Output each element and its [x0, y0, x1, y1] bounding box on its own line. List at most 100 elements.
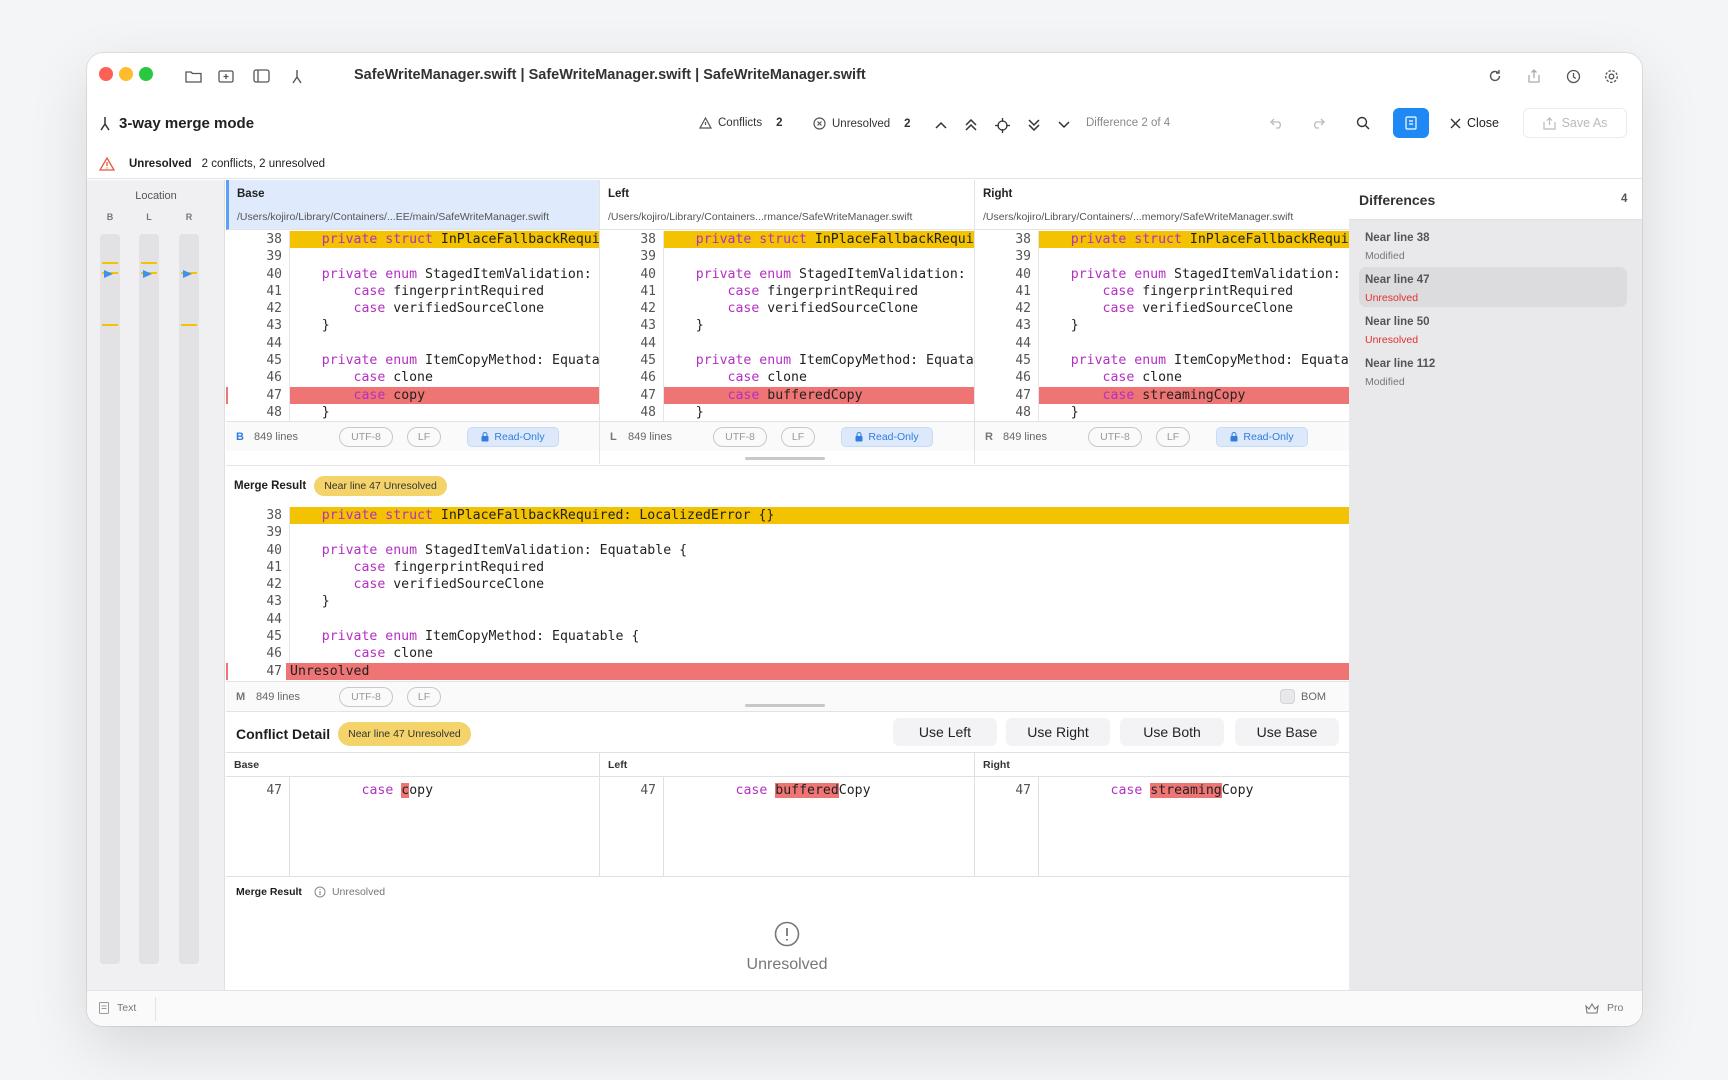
next-conflict-button[interactable] — [1022, 113, 1046, 137]
redo-button[interactable] — [1300, 108, 1336, 138]
minimize-window-button[interactable] — [119, 67, 133, 81]
merge-code-line: 38 private struct InPlaceFallbackRequire… — [226, 507, 1349, 525]
conflict-left-code[interactable]: 47 case bufferedCopy — [600, 777, 974, 877]
lock-icon — [1230, 432, 1238, 442]
difference-item-selected[interactable]: Near line 47 Unresolved — [1359, 267, 1627, 307]
differences-title: Differences — [1359, 192, 1436, 208]
read-only-pill[interactable]: Read-Only — [1216, 427, 1308, 447]
differences-sidebar: Differences 4 Near line 38 Modified Near… — [1349, 180, 1642, 990]
merge-result-pane: Merge Result Near line 47 Unresolved 38 … — [226, 465, 1349, 711]
encoding-pill[interactable]: UTF-8 — [1088, 427, 1142, 447]
code-line: 42 case verifiedSourceClone — [640, 301, 919, 317]
compare-icon[interactable] — [247, 63, 275, 89]
merge-footer-letter: M — [236, 691, 246, 703]
merge-encoding-pill[interactable]: UTF-8 — [339, 687, 393, 707]
close-button[interactable]: Close — [1437, 108, 1512, 138]
history-icon[interactable] — [1559, 63, 1587, 89]
merge-code-editor[interactable]: 38 private struct InPlaceFallbackRequire… — [226, 507, 1349, 680]
left-lane[interactable] — [139, 234, 159, 964]
eol-pill[interactable]: LF — [781, 427, 815, 447]
unresolved-label: Unresolved — [832, 117, 891, 130]
pane-path: /Users/kojiro/Library/Containers...rmanc… — [608, 211, 913, 223]
location-title: Location — [135, 190, 177, 202]
pane-path: /Users/kojiro/Library/Containers/...EE/m… — [237, 211, 550, 223]
new-tab-icon[interactable] — [212, 63, 240, 89]
undo-button[interactable] — [1259, 108, 1295, 138]
previous-conflict-button[interactable] — [959, 113, 983, 137]
conflict-base-code[interactable]: 47 case copy — [226, 777, 599, 877]
read-only-pill[interactable]: Read-Only — [841, 427, 933, 447]
pane-name: Left — [608, 188, 630, 200]
warning-icon — [99, 156, 115, 171]
conflicts-stat[interactable]: Conflicts 2 — [699, 117, 783, 129]
conflict-left-column: Left 47 case bufferedCopy — [600, 752, 975, 877]
splitter-handle[interactable] — [745, 457, 825, 460]
eol-pill[interactable]: LF — [407, 427, 441, 447]
current-difference-button[interactable] — [990, 113, 1014, 137]
conflict-right-text: case streamingCopy — [1110, 783, 1254, 798]
unresolved-message: Unresolved — [746, 956, 828, 973]
code-line: 48 } — [266, 404, 330, 420]
use-left-button[interactable]: Use Left — [893, 718, 997, 746]
right-lane[interactable] — [179, 234, 199, 964]
pane-code-editor[interactable]: 38 private struct InPlaceFallbackRequire… — [226, 231, 599, 421]
document-icon — [99, 1002, 109, 1014]
toggle-panel-button[interactable] — [1393, 108, 1429, 138]
conflict-detail-pane: Conflict Detail Near line 47 Unresolved … — [226, 711, 1349, 990]
window-title: SafeWriteManager.swift | SafeWriteManage… — [354, 67, 866, 83]
next-difference-button[interactable] — [1052, 113, 1076, 137]
base-lane[interactable] — [100, 234, 120, 964]
text-mode-button[interactable]: Text — [99, 1002, 136, 1014]
double-chevron-up-icon — [965, 119, 977, 131]
zoom-window-button[interactable] — [139, 67, 153, 81]
pane-name: Right — [983, 188, 1013, 200]
code-line: 41 case fingerprintRequired — [1015, 283, 1294, 299]
merge-eol-pill[interactable]: LF — [407, 687, 441, 707]
settings-gear-icon[interactable] — [1597, 63, 1625, 89]
right-pane: Right/Users/kojiro/Library/Containers/..… — [975, 180, 1349, 464]
conflict-right-code[interactable]: 47 case streamingCopy — [975, 777, 1349, 877]
code-line: 40 private enum StagedItemValidation: Eq… — [640, 266, 974, 282]
use-both-button[interactable]: Use Both — [1120, 718, 1224, 746]
code-line: 38 private struct InPlaceFallbackRequire… — [640, 231, 974, 249]
pane-code-editor[interactable]: 38 private struct InPlaceFallbackRequire… — [975, 231, 1349, 421]
merge-icon[interactable] — [283, 63, 311, 89]
merge-mode-label: 3-way merge mode — [119, 115, 255, 132]
encoding-pill[interactable]: UTF-8 — [339, 427, 393, 447]
code-line: 44 — [266, 335, 282, 351]
use-base-button[interactable]: Use Base — [1235, 718, 1339, 746]
close-window-button[interactable] — [99, 67, 113, 81]
use-right-button[interactable]: Use Right — [1006, 718, 1110, 746]
bom-checkbox[interactable] — [1280, 689, 1295, 704]
merge-result-title: Merge Result — [234, 480, 307, 492]
difference-item[interactable]: Near line 50 Unresolved — [1359, 309, 1627, 349]
pane-line-count: 849 lines — [1003, 431, 1048, 443]
splitter-handle[interactable] — [745, 704, 825, 707]
status-bar: Unresolved 2 conflicts, 2 unresolved — [87, 149, 1642, 179]
pane-header: Right/Users/kojiro/Library/Containers/..… — [975, 180, 1349, 230]
pane-header: Left/Users/kojiro/Library/Containers...r… — [600, 180, 974, 230]
app-window: SafeWriteManager.swift | SafeWriteManage… — [87, 53, 1642, 1026]
pane-code-editor[interactable]: 38 private struct InPlaceFallbackRequire… — [600, 231, 974, 421]
refresh-icon[interactable] — [1481, 63, 1509, 89]
code-line: 39 — [640, 249, 656, 265]
previous-difference-button[interactable] — [929, 113, 953, 137]
unresolved-stat[interactable]: Unresolved 2 — [813, 117, 911, 130]
difference-item[interactable]: Near line 112 Modified — [1359, 351, 1627, 391]
code-line: 45 private enum ItemCopyMethod: Equatabl… — [1015, 353, 1349, 369]
conflict-base-header: Base — [226, 753, 599, 777]
export-icon[interactable] — [1520, 63, 1548, 89]
difference-item[interactable]: Near line 38 Modified — [1359, 225, 1627, 265]
merge-code-line: 44 — [266, 611, 282, 627]
close-icon — [1450, 118, 1461, 128]
title-bar: SafeWriteManager.swift | SafeWriteManage… — [87, 53, 1642, 99]
read-only-pill[interactable]: Read-Only — [467, 427, 559, 447]
pro-label: Pro — [1607, 1002, 1624, 1014]
open-folder-icon[interactable] — [179, 63, 207, 89]
save-as-button[interactable]: Save As — [1523, 108, 1627, 138]
search-button[interactable] — [1345, 108, 1381, 138]
pro-badge[interactable]: Pro — [1585, 1002, 1623, 1014]
eol-pill[interactable]: LF — [1156, 427, 1190, 447]
code-line: 40 private enum StagedItemValidation: Eq… — [266, 266, 592, 282]
encoding-pill[interactable]: UTF-8 — [713, 427, 767, 447]
